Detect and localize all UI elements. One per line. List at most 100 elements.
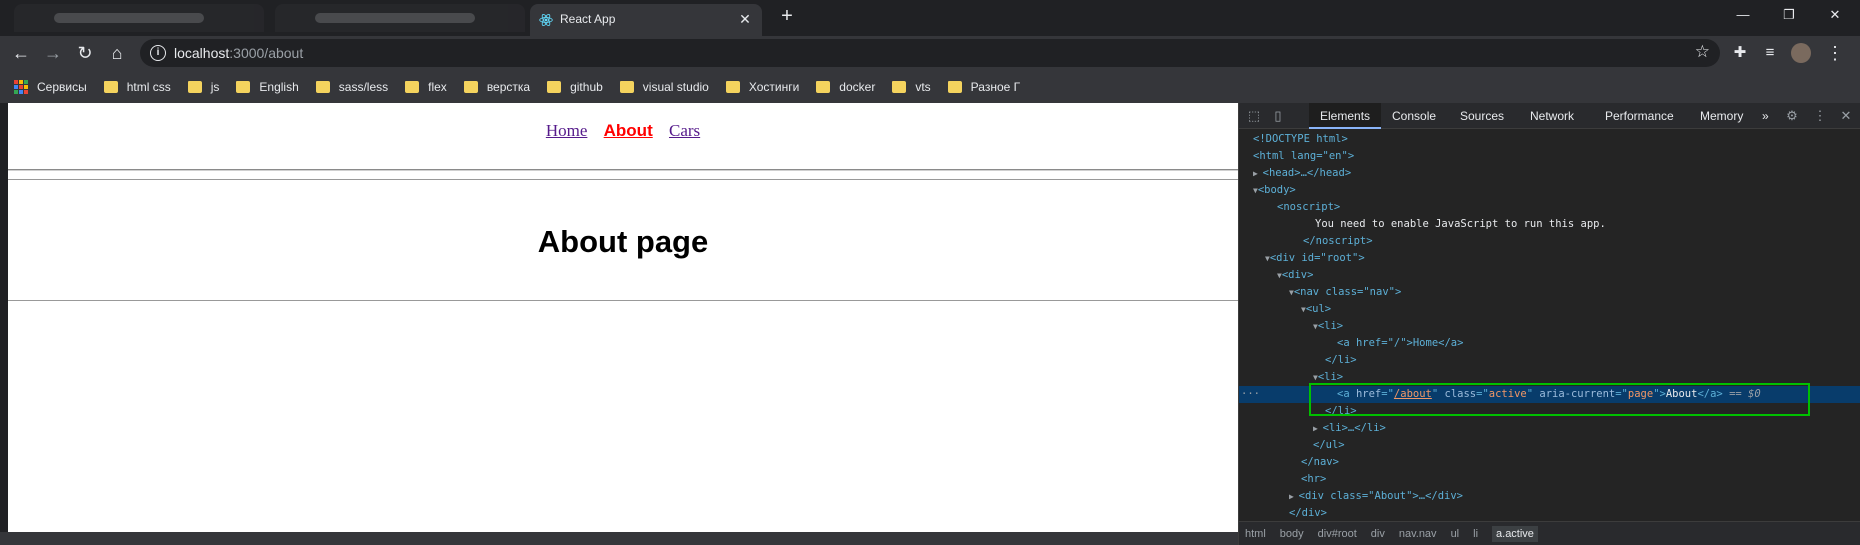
dom-line[interactable]: <a href="/">Home</a> — [1239, 335, 1860, 352]
dom-text: </ul> — [1313, 439, 1345, 451]
dom-line[interactable]: ▶ <div class="About">…</div> — [1239, 488, 1860, 505]
bookmark-folder[interactable]: js — [187, 79, 220, 94]
bookmark-folder[interactable]: docker — [816, 80, 875, 94]
reading-list-icon[interactable]: ≡ — [1757, 40, 1783, 66]
breadcrumb-item[interactable]: body — [1280, 528, 1304, 540]
folder-icon — [187, 80, 202, 93]
dom-line[interactable]: <html lang="en"> — [1239, 148, 1860, 165]
bookmark-folder[interactable]: github — [547, 80, 603, 94]
avatar[interactable] — [1788, 40, 1814, 66]
react-icon — [539, 13, 553, 27]
dom-text: </noscript> — [1303, 235, 1373, 247]
expand-triangle-icon[interactable]: ▶ — [1289, 492, 1299, 501]
bookmark-folder[interactable]: sass/less — [315, 79, 389, 94]
tab-close-icon[interactable]: ✕ — [736, 10, 754, 28]
expand-triangle-icon[interactable]: ▶ — [1313, 424, 1323, 433]
tab-network[interactable]: Network — [1519, 103, 1585, 129]
tab-elements[interactable]: Elements — [1309, 103, 1382, 129]
folder-icon — [463, 80, 478, 93]
tab-memory[interactable]: Memory — [1689, 103, 1754, 129]
dom-text: <div class="About">…</div> — [1298, 490, 1464, 502]
tab-blurred-1[interactable] — [14, 4, 264, 32]
bookmark-apps[interactable]: Сервисы — [14, 79, 87, 94]
folder-icon — [816, 80, 831, 93]
devtools-close-icon[interactable]: ✕ — [1837, 107, 1855, 125]
dom-line[interactable]: ▼<li> — [1239, 318, 1860, 335]
menu-kebab-icon[interactable]: ⋮ — [1822, 40, 1848, 66]
dom-line[interactable]: ▼<div id="root"> — [1239, 250, 1860, 267]
breadcrumb-item[interactable]: ul — [1451, 528, 1460, 540]
tab-blurred-2[interactable] — [275, 4, 525, 32]
device-toolbar-icon[interactable]: ▯ — [1269, 107, 1287, 125]
inspect-element-icon[interactable]: ⬚ — [1245, 107, 1263, 125]
dom-text: <head>…</head> — [1262, 167, 1352, 179]
bookmark-label: js — [210, 79, 220, 94]
extensions-icon[interactable]: ✚ — [1727, 40, 1753, 66]
dom-line[interactable]: <!DOCTYPE html> — [1239, 131, 1860, 148]
bookmark-folder[interactable]: верстка — [463, 80, 530, 94]
dom-line[interactable]: </li> — [1239, 352, 1860, 369]
breadcrumb-item[interactable]: nav.nav — [1399, 528, 1437, 540]
breadcrumb-item[interactable]: li — [1473, 528, 1478, 540]
dom-line[interactable]: ▼<nav class="nav"> — [1239, 284, 1860, 301]
dom-text: <nav class="nav"> — [1293, 286, 1402, 298]
home-icon[interactable]: ⌂ — [104, 40, 130, 66]
toolbar: ← → ↻ ⌂ i localhost:3000/about ☆ ✚ ≡ ⋮ — [0, 36, 1860, 70]
window-close-button[interactable]: ✕ — [1812, 2, 1858, 28]
bookmark-folder[interactable]: flex — [405, 80, 447, 94]
more-tabs-icon[interactable]: » — [1751, 103, 1780, 129]
address-bar[interactable]: i localhost:3000/about ☆ — [140, 39, 1720, 67]
bookmark-label: visual studio — [642, 79, 709, 94]
new-tab-button[interactable]: + — [776, 5, 798, 27]
dom-line[interactable]: ▼<div> — [1239, 267, 1860, 284]
breadcrumb-item[interactable]: div#root — [1318, 528, 1357, 540]
bookmark-folder[interactable]: html css — [103, 80, 171, 94]
reload-icon[interactable]: ↻ — [72, 40, 98, 66]
dom-text: </nav> — [1301, 456, 1339, 468]
site-info-icon[interactable]: i — [150, 45, 166, 61]
bookmark-folder[interactable]: visual studio — [619, 79, 709, 94]
bookmark-star-icon[interactable]: ☆ — [1695, 42, 1710, 62]
bookmark-folder[interactable]: Хостинги — [725, 80, 799, 94]
dom-line[interactable]: </div> — [1239, 505, 1860, 522]
breadcrumb-item-selected[interactable]: a.active — [1492, 525, 1538, 542]
minimize-button[interactable]: — — [1720, 2, 1766, 28]
breadcrumb-item[interactable]: div — [1371, 528, 1385, 540]
dom-line[interactable]: </noscript> — [1239, 233, 1860, 250]
breadcrumb-item[interactable]: html — [1245, 528, 1266, 540]
dom-text: <hr> — [1301, 473, 1327, 485]
dom-line[interactable]: </ul> — [1239, 437, 1860, 454]
more-actions-icon[interactable]: ··· — [1241, 386, 1260, 403]
bookmark-folder[interactable]: vts — [892, 80, 931, 94]
bookmark-folder[interactable]: Разное Г — [947, 80, 1020, 94]
bookmark-label: sass/less — [338, 79, 389, 94]
nav-link-cars[interactable]: Cars — [669, 121, 700, 140]
bookmark-folder[interactable]: English — [236, 80, 299, 94]
url-text[interactable]: localhost:3000/about — [174, 45, 303, 61]
dom-line[interactable]: <noscript> — [1239, 199, 1860, 216]
dom-line[interactable]: ▶ <li>…</li> — [1239, 420, 1860, 437]
devtools-menu-icon[interactable]: ⋮ — [1811, 107, 1829, 125]
tab-console[interactable]: Console — [1381, 103, 1447, 129]
restore-button[interactable]: ❐ — [1766, 2, 1812, 28]
expand-triangle-icon[interactable]: ▶ — [1253, 169, 1263, 178]
dom-line[interactable]: ▼<ul> — [1239, 301, 1860, 318]
tab-title: React App — [560, 12, 616, 26]
tab-react-app[interactable]: React App ✕ — [530, 4, 762, 36]
settings-gear-icon[interactable]: ⚙ — [1783, 107, 1801, 125]
nav-link-about[interactable]: About — [604, 121, 653, 140]
back-arrow-icon[interactable]: ← — [8, 40, 34, 66]
tab-performance[interactable]: Performance — [1594, 103, 1685, 129]
apps-icon — [14, 79, 28, 94]
dom-line[interactable]: ▼<body> — [1239, 182, 1860, 199]
dom-text: <div id="root"> — [1269, 252, 1365, 264]
folder-icon — [725, 80, 740, 93]
tab-sources[interactable]: Sources — [1449, 103, 1515, 129]
nav-link-home[interactable]: Home — [546, 121, 588, 140]
dom-line[interactable]: ▶ <head>…</head> — [1239, 165, 1860, 182]
dom-line[interactable]: You need to enable JavaScript to run thi… — [1239, 216, 1860, 233]
dom-text: <div> — [1281, 269, 1314, 281]
forward-arrow-icon[interactable]: → — [40, 40, 66, 66]
dom-line[interactable]: <hr> — [1239, 471, 1860, 488]
dom-line[interactable]: </nav> — [1239, 454, 1860, 471]
